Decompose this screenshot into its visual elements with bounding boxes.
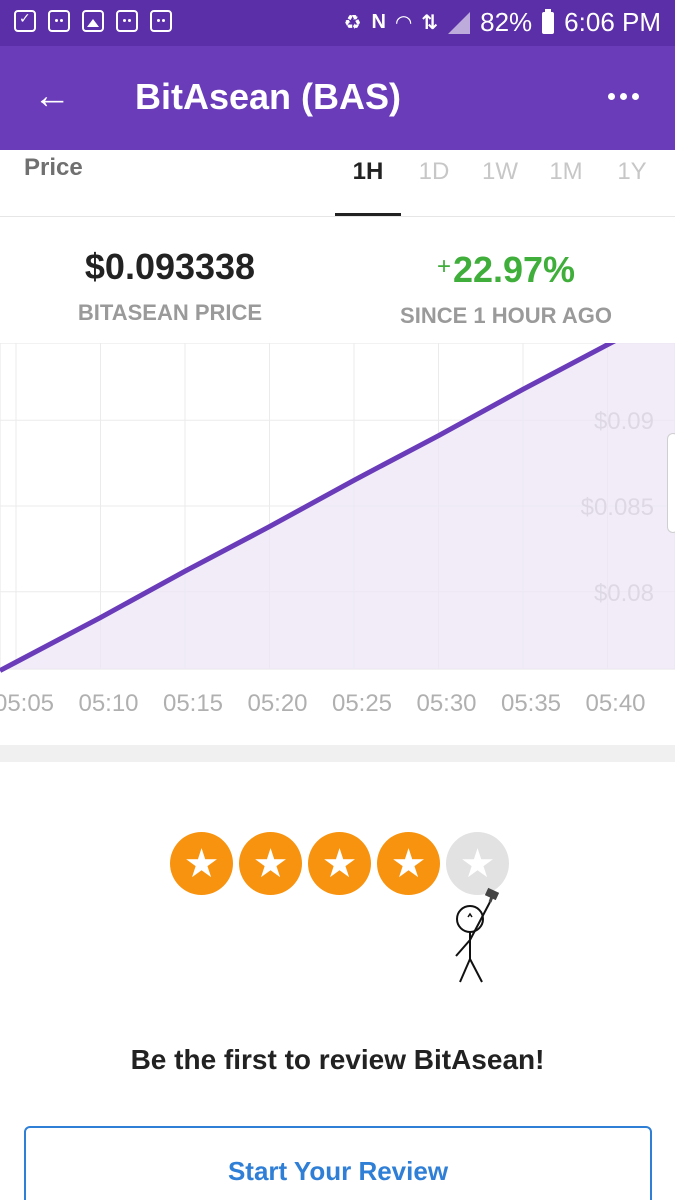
battery-icon <box>542 8 555 34</box>
star-icon[interactable]: ★ <box>377 832 440 895</box>
gallery-icon <box>82 10 104 32</box>
recycle-icon: ♻ <box>343 12 362 34</box>
divider <box>0 216 675 217</box>
section-label: Price <box>24 154 83 181</box>
chat-icon <box>116 10 138 32</box>
price-stat: $0.093338 BITASEAN PRICE <box>40 246 300 326</box>
app-bar: ← BitAsean (BAS) <box>0 46 675 150</box>
overflow-menu-icon[interactable] <box>601 74 645 118</box>
stick-figure-illustration <box>455 887 500 983</box>
star-icon[interactable]: ★ <box>170 832 233 895</box>
change-stat: +22.97% SINCE 1 HOUR AGO <box>376 246 636 329</box>
price-value: $0.093338 <box>84 246 256 287</box>
change-value: +22.97% <box>376 246 636 291</box>
x-tick-label: 05:20 <box>247 690 307 717</box>
wifi-icon: ◠ <box>395 12 412 34</box>
review-card: ★ ★ ★ ★ ★ Be the first to review BitAsean! S… <box>0 762 675 1200</box>
battery-percent: 82% <box>480 7 533 37</box>
star-icon[interactable]: ★ <box>239 832 302 895</box>
tab-1h[interactable]: 1H <box>335 150 401 216</box>
price-chart[interactable]: $0.08$0.085$0.0905:0505:1005:1505:2005:2… <box>0 343 675 745</box>
chat-icon <box>48 10 70 32</box>
chat-icon <box>150 10 172 32</box>
scrollbar-handle[interactable] <box>667 433 675 533</box>
tab-1y[interactable]: 1Y <box>599 150 665 216</box>
change-caption: SINCE 1 HOUR AGO <box>400 303 612 328</box>
x-tick-label: 05:30 <box>416 690 476 717</box>
tab-1d[interactable]: 1D <box>401 150 467 216</box>
page-title: BitAsean (BAS) <box>135 76 402 117</box>
tab-1m[interactable]: 1M <box>533 150 599 216</box>
signal-icon <box>448 11 471 34</box>
x-tick-label: 05:40 <box>585 690 645 717</box>
notification-icons <box>14 10 172 32</box>
x-tick-label: 05:15 <box>163 690 223 717</box>
star-icon[interactable]: ★ <box>308 832 371 895</box>
change-sign: + <box>436 253 451 280</box>
data-icon: ⇅ <box>421 12 439 34</box>
x-tick-label: 05:35 <box>501 690 561 717</box>
x-tick-label: 05:25 <box>332 690 392 717</box>
change-percent: 22.97% <box>452 249 576 290</box>
nfc-icon: N <box>371 11 386 33</box>
clock: 6:06 PM <box>564 7 661 37</box>
time-range-tabs: 1H 1D 1W 1M 1Y <box>335 150 665 216</box>
price-caption: BITASEAN PRICE <box>77 300 263 325</box>
status-bar: ♻ N ◠ ⇅ 82% 6:06 PM <box>0 0 675 46</box>
x-tick-label: 05:05 <box>0 690 54 717</box>
system-icons: ♻ N ◠ ⇅ 82% 6:06 PM <box>344 7 661 38</box>
tab-1w[interactable]: 1W <box>467 150 533 216</box>
start-review-button[interactable]: Start Your Review <box>24 1126 652 1200</box>
price-card: Price 1H 1D 1W 1M 1Y $0.093338 BITASEAN … <box>0 150 675 745</box>
back-arrow-icon[interactable]: ← <box>30 74 74 118</box>
x-tick-label: 05:10 <box>78 690 138 717</box>
review-headline: Be the first to review BitAsean! <box>130 1044 545 1075</box>
task-icon <box>14 10 36 32</box>
